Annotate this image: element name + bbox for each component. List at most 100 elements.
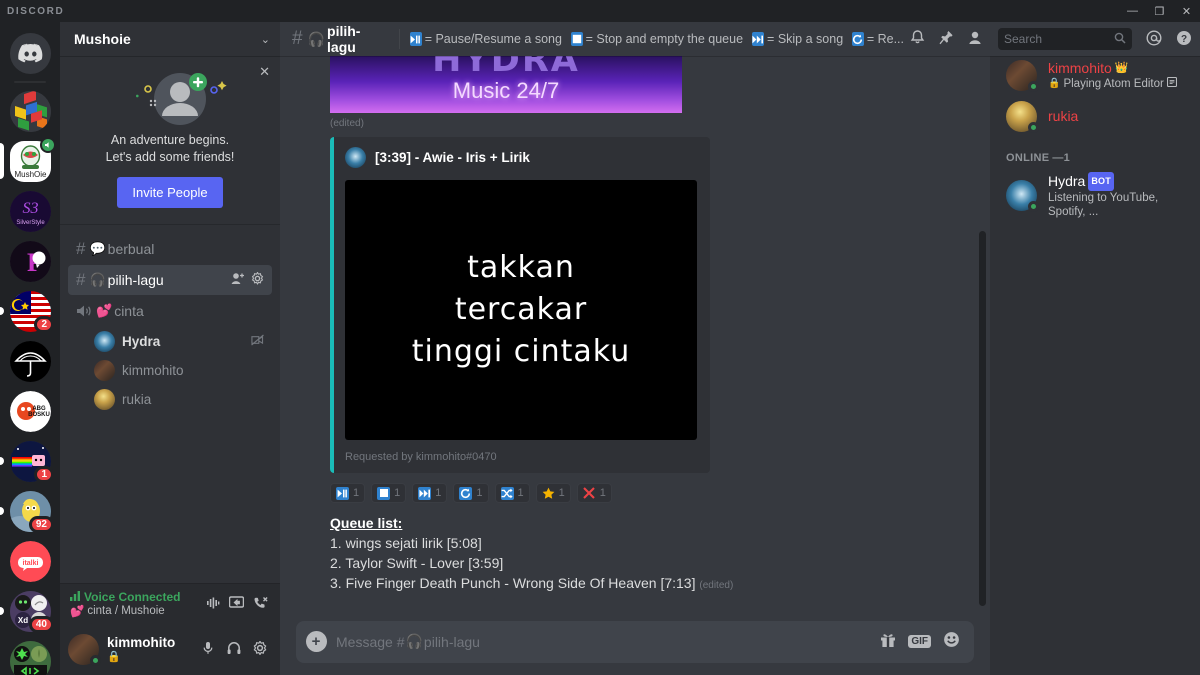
guild-item-simpsons-server[interactable]: 92 xyxy=(0,486,60,536)
server-header[interactable]: Mushoie ⌄ xyxy=(60,22,280,56)
lyric-line-2: tercakar xyxy=(454,292,588,327)
user-settings-icon[interactable] xyxy=(253,639,267,658)
guild-item-xd-server[interactable]: Xd 40 xyxy=(0,586,60,636)
maximize-button[interactable]: ❐ xyxy=(1146,0,1173,22)
guild-icon-p-server[interactable]: P xyxy=(9,240,51,282)
guild-selected-pill xyxy=(0,143,4,179)
guild-unread-badge: 40 xyxy=(28,616,54,633)
guild-icon-abg-bosku[interactable]: ABG BOSKU xyxy=(9,390,51,432)
guild-item-rubiks-server[interactable] xyxy=(0,86,60,136)
guild-unread-badge: 92 xyxy=(28,516,54,533)
close-button[interactable]: ✕ xyxy=(1173,0,1200,22)
search-input[interactable]: Search xyxy=(998,28,1132,50)
channel-item-label: cinta xyxy=(114,303,144,319)
guild-item-italki[interactable]: italki xyxy=(0,536,60,586)
signal-icon xyxy=(70,590,81,604)
microphone-icon[interactable] xyxy=(201,641,215,658)
voice-member-hydra[interactable]: Hydra xyxy=(68,327,272,355)
member-item-hydra[interactable]: Hydra BOT Listening to YouTube, Spotify, .… xyxy=(990,170,1200,221)
guild-unread-pill xyxy=(0,507,4,515)
screen-share-icon[interactable] xyxy=(228,595,245,613)
emoji-icon[interactable] xyxy=(943,631,960,652)
member-sidebar: CURRENTLY IN LOVE❤—2kimmohito👑🔒Playing A… xyxy=(990,22,1200,675)
star-reaction[interactable]: 1 xyxy=(535,483,571,503)
guild-item-mushoie[interactable]: MushOie xyxy=(0,136,60,186)
guild-unread-pill xyxy=(0,457,4,465)
activity-icon[interactable] xyxy=(206,596,220,613)
add-attachment-button[interactable]: + xyxy=(296,631,336,652)
settings-icon[interactable] xyxy=(251,271,264,288)
queue-item-label: 3. Five Finger Death Punch - Wrong Side … xyxy=(330,575,696,591)
guild-icon-silverstyle[interactable]: S3 SilverStyle xyxy=(9,190,51,232)
member-list-icon[interactable] xyxy=(968,30,984,48)
guild-item-malaysia-server[interactable]: 2 xyxy=(0,286,60,336)
bot-badge: BOT xyxy=(1088,172,1114,191)
stop-reaction[interactable]: 1 xyxy=(371,483,407,503)
invite-people-button[interactable]: Invite People xyxy=(117,177,223,208)
guild-icon-green-server[interactable] xyxy=(9,640,51,675)
shuffle-reaction[interactable]: 1 xyxy=(494,483,530,503)
guild-item-p-server[interactable]: P xyxy=(0,236,60,286)
member-item-rukia[interactable]: rukia xyxy=(990,99,1200,134)
skip-reaction[interactable]: 1 xyxy=(412,483,448,503)
pin-icon[interactable] xyxy=(939,30,954,48)
reaction-count: 1 xyxy=(435,487,442,499)
voice-member-rukia[interactable]: rukia xyxy=(68,385,272,413)
current-user-bar: kimmohito 🔒 xyxy=(60,623,280,675)
guild-item-nyan-cat-server[interactable]: 1 xyxy=(0,436,60,486)
guild-icon-italki[interactable]: italki xyxy=(9,540,51,582)
remove-reaction[interactable]: 1 xyxy=(576,483,612,503)
avatar xyxy=(94,388,115,410)
message-input[interactable]: + Message # 🎧 pilih-lagu GIF xyxy=(296,620,974,663)
gift-icon[interactable] xyxy=(880,632,896,652)
pause-resume-reaction[interactable]: 1 xyxy=(330,483,366,503)
guild-unread-badge: 1 xyxy=(34,466,54,483)
channel-item-pilih-lagu[interactable]: # 🎧 pilih-lagu xyxy=(68,265,272,295)
guild-item-silverstyle[interactable]: S3 SilverStyle xyxy=(0,186,60,236)
add-member-icon[interactable] xyxy=(231,272,245,288)
channel-emoji-icon: 💕 xyxy=(96,303,113,318)
channel-item-cinta[interactable]: 💕 cinta xyxy=(68,296,272,326)
remove-icon xyxy=(583,487,596,500)
disconnect-icon[interactable] xyxy=(253,596,268,613)
embed-thumbnail-image[interactable]: takkan tercakar tinggi cintaku xyxy=(345,180,697,440)
topic-text: = Skip a song xyxy=(767,32,844,46)
guild-icon-rubiks-server[interactable] xyxy=(9,90,51,132)
chevron-down-icon[interactable]: ⌄ xyxy=(261,33,270,46)
mentions-icon[interactable] xyxy=(1146,29,1162,49)
svg-text:Xd: Xd xyxy=(17,616,27,625)
guild-unread-pill xyxy=(0,307,4,315)
guild-item-home[interactable] xyxy=(0,28,60,78)
voice-member-kimmohito[interactable]: kimmohito xyxy=(68,356,272,384)
guild-item-green-server[interactable] xyxy=(0,636,60,675)
headphones-icon[interactable] xyxy=(227,641,241,658)
avatar[interactable] xyxy=(68,633,101,666)
scrollbar-thumb[interactable] xyxy=(979,231,986,606)
member-status: 🔒 Playing Atom Editor xyxy=(1048,76,1177,91)
channel-item-berbual[interactable]: # 💬 berbual xyxy=(68,234,272,264)
guild-item-abg-bosku[interactable]: ABG BOSKU xyxy=(0,386,60,436)
search-placeholder: Search xyxy=(1004,32,1043,46)
hydra-banner-image: HYDRA Music 24/7 xyxy=(330,56,682,113)
speaker-icon xyxy=(76,301,92,321)
skip-icon xyxy=(752,32,765,46)
guild-icon-umbrella-server[interactable] xyxy=(9,340,51,382)
guild-icon-home[interactable] xyxy=(9,32,51,74)
notification-bell-icon[interactable] xyxy=(910,30,925,48)
message-scroll-area[interactable]: HYDRA Music 24/7 (edited) [3:39] - Awie … xyxy=(280,56,990,628)
member-status-label: Listening to YouTube, Spotify, ... xyxy=(1048,192,1159,218)
help-icon[interactable]: ? xyxy=(1176,30,1192,49)
message-scrollbar[interactable] xyxy=(978,56,986,628)
guild-rail[interactable]: MushOie S3 SilverStyle P 2 ABGBOSKU 1 92 italki X… xyxy=(0,22,60,675)
headphones-emoji-icon: 🎧 xyxy=(405,633,423,649)
avatar xyxy=(1006,101,1039,133)
star-icon xyxy=(542,487,555,500)
member-item-kimmohito[interactable]: kimmohito 👑 🔒 Playing Atom Editor xyxy=(990,58,1200,93)
avatar xyxy=(1006,180,1039,212)
repeat-reaction[interactable]: 1 xyxy=(453,483,489,503)
minimize-button[interactable]: — xyxy=(1119,0,1146,22)
channel-topic[interactable]: = Pause/Resume a song = Stop and empty th… xyxy=(410,32,910,46)
message-input-placeholder: Message # 🎧 pilih-lagu xyxy=(336,633,480,650)
guild-item-umbrella-server[interactable] xyxy=(0,336,60,386)
gif-icon[interactable]: GIF xyxy=(908,635,931,648)
